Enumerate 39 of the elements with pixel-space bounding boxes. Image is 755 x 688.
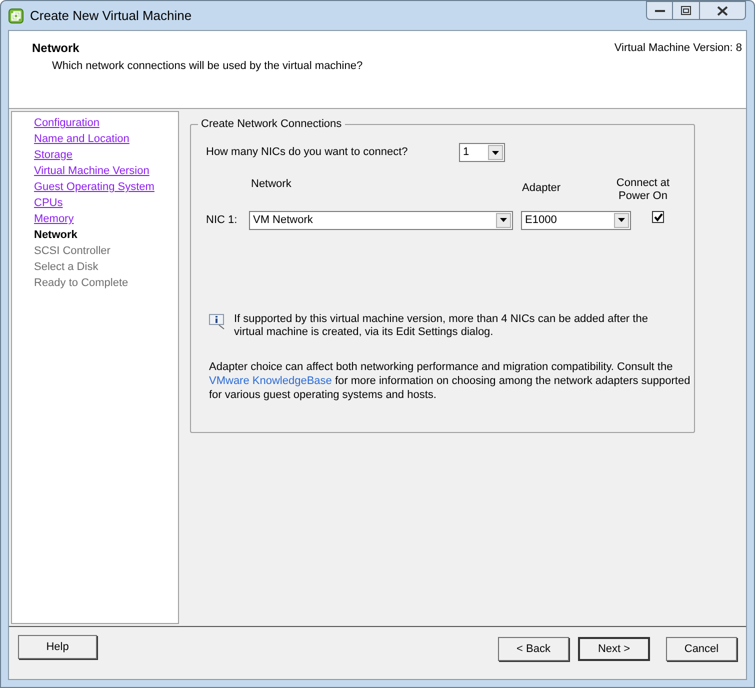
nic-count-dropdown[interactable]: 1 <box>459 143 505 162</box>
close-icon <box>717 6 728 16</box>
nic-count-label: How many NICs do you want to connect? <box>206 145 409 160</box>
pending-step: SCSI Controller <box>34 243 110 259</box>
pending-step: Ready to Complete <box>34 275 128 291</box>
step-link[interactable]: Guest Operating System <box>34 179 154 195</box>
back-button[interactable]: < Back <box>498 637 569 661</box>
app-logo-icon <box>8 8 24 24</box>
next-button[interactable]: Next > <box>578 637 650 661</box>
step-link[interactable]: Memory <box>34 211 74 227</box>
minimize-icon <box>654 8 664 12</box>
help-button[interactable]: Help <box>18 635 97 659</box>
window-title: Create New Virtual Machine <box>30 6 192 25</box>
nic-label: NIC 1: <box>206 212 238 228</box>
step-link[interactable]: Storage <box>34 147 73 163</box>
version-label: Virtual Machine Version: 8 <box>614 41 742 56</box>
step-link[interactable]: Virtual Machine Version <box>34 163 150 179</box>
info-icon <box>209 314 226 330</box>
adapter-column-header: Adapter <box>522 181 562 196</box>
power-on-checkbox[interactable] <box>652 211 664 223</box>
cancel-button[interactable]: Cancel <box>666 637 737 661</box>
compatibility-note: Adapter choice can affect both networking performance and migration compatibility. Consult the VMware KnowledgeBase for more information on choosing among the network adapters supported for various guest operating systems and hosts. <box>209 360 691 402</box>
network-dropdown[interactable]: VM Network <box>249 210 513 230</box>
close-button[interactable] <box>699 1 746 20</box>
pending-step: Select a Disk <box>34 259 98 275</box>
step-link[interactable]: Name and Location <box>34 131 130 147</box>
maximize-icon <box>681 6 691 15</box>
step-link[interactable]: CPUs <box>34 195 63 211</box>
knowledge-base-link[interactable]: VMware KnowledgeBase <box>209 374 332 386</box>
page-subtitle: Which network connections will be used by the virtual machine? <box>52 59 363 74</box>
page-title: Network <box>32 40 80 57</box>
network-column-header: Network <box>251 177 292 192</box>
connect-column-header: Connect at Power On <box>615 176 671 202</box>
maximize-button[interactable] <box>673 1 699 20</box>
step-link[interactable]: Configuration <box>34 115 100 131</box>
adapter-dropdown[interactable]: E1000 <box>521 210 631 230</box>
info-text: If supported by this virtual machine version, more than 4 NICs can be added after the virtual machine is created, via its Edit Settings dialog. <box>234 312 649 338</box>
current-step: Network <box>34 227 78 243</box>
minimize-button[interactable] <box>646 1 673 20</box>
